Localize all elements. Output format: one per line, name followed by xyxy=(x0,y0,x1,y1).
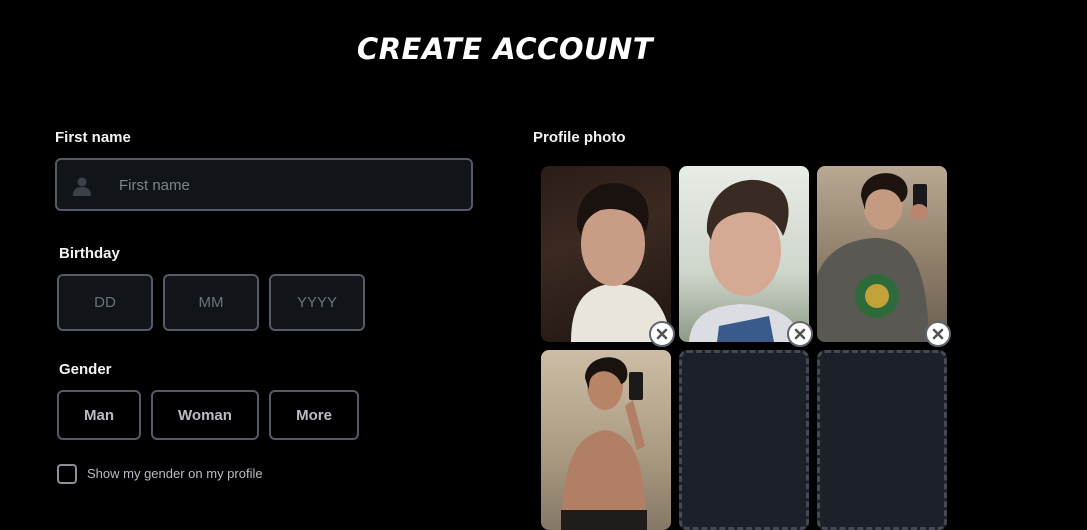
remove-photo-2-button[interactable] xyxy=(787,321,813,347)
birthday-day-input[interactable] xyxy=(59,276,151,329)
close-icon xyxy=(656,328,668,340)
first-name-field[interactable] xyxy=(55,158,473,211)
photo-portrait-image xyxy=(561,357,647,530)
profile-photo-4[interactable] xyxy=(541,350,671,530)
photo-portrait-image xyxy=(689,179,801,342)
first-name-input[interactable] xyxy=(117,160,461,211)
birthday-year-input[interactable] xyxy=(271,276,363,329)
photo-portrait-image xyxy=(817,173,929,342)
birthday-month-field[interactable] xyxy=(163,274,259,331)
empty-photo-slot-2[interactable] xyxy=(817,350,947,530)
profile-photo-label: Profile photo xyxy=(533,129,626,146)
close-icon xyxy=(794,328,806,340)
close-icon xyxy=(932,328,944,340)
birthday-day-field[interactable] xyxy=(57,274,153,331)
profile-photo-3[interactable] xyxy=(817,166,947,342)
show-gender-label[interactable]: Show my gender on my profile xyxy=(87,466,263,481)
birthday-month-input[interactable] xyxy=(165,276,257,329)
gender-man-button[interactable]: Man xyxy=(57,390,141,440)
remove-photo-1-button[interactable] xyxy=(649,321,675,347)
profile-photo-2[interactable] xyxy=(679,166,809,342)
profile-photo-1[interactable] xyxy=(541,166,671,342)
person-icon xyxy=(73,177,91,196)
first-name-label: First name xyxy=(55,129,131,146)
empty-photo-slot-1[interactable] xyxy=(679,350,809,530)
birthday-label: Birthday xyxy=(59,245,120,262)
gender-label: Gender xyxy=(59,361,112,378)
photo-portrait-image xyxy=(571,183,671,342)
gender-woman-button[interactable]: Woman xyxy=(151,390,259,440)
show-gender-checkbox[interactable] xyxy=(57,464,77,484)
gender-more-button[interactable]: More xyxy=(269,390,359,440)
page-title: CREATE ACCOUNT xyxy=(356,32,654,66)
birthday-year-field[interactable] xyxy=(269,274,365,331)
remove-photo-3-button[interactable] xyxy=(925,321,951,347)
